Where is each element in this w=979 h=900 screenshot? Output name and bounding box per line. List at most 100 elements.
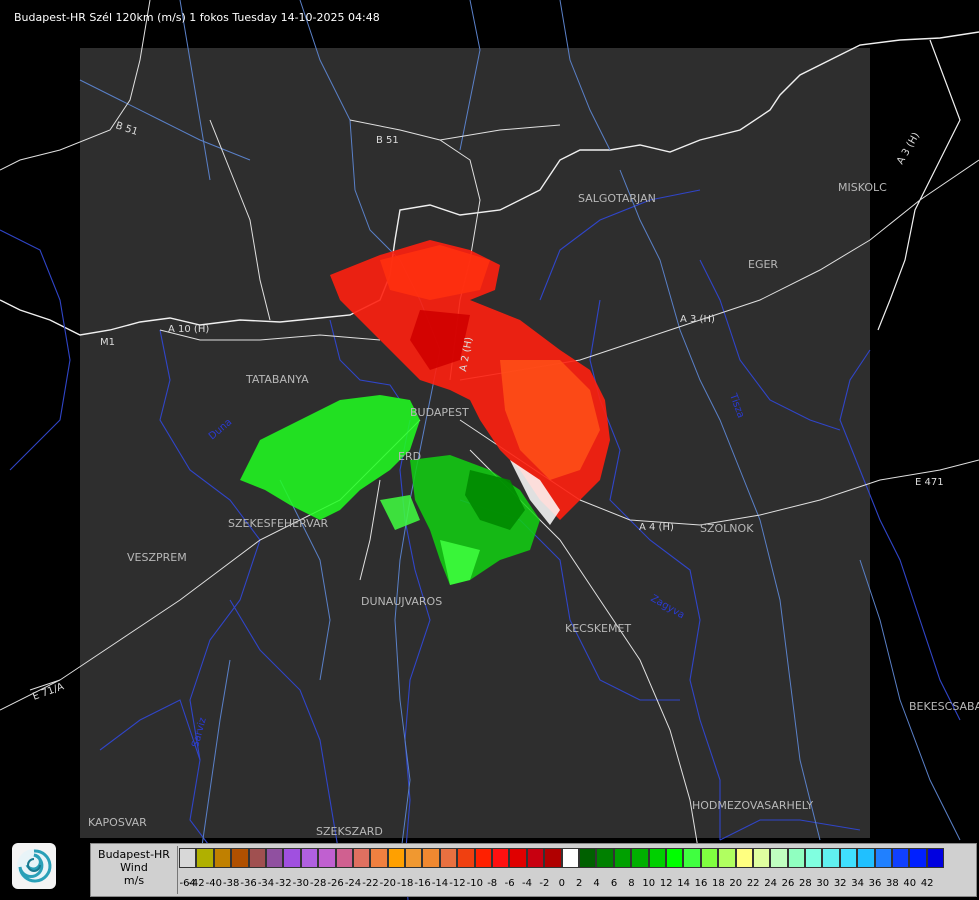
legend-swatch xyxy=(439,848,458,868)
legend-swatch xyxy=(874,848,893,868)
legend-swatch xyxy=(596,848,614,868)
legend-tick-label: -34 xyxy=(257,878,275,889)
legend-swatch xyxy=(578,848,597,868)
road-label: A 3 (H) xyxy=(680,314,715,325)
legend-tick-label: -16 xyxy=(414,878,431,889)
legend-swatch xyxy=(857,848,875,868)
legend-swatch xyxy=(509,848,527,868)
logo xyxy=(12,843,56,889)
legend-title-line: Wind xyxy=(120,861,148,874)
road-label: E 471 xyxy=(915,477,944,488)
legend-tick-label: 42 xyxy=(920,878,934,889)
legend-tick-label: -2 xyxy=(539,878,550,889)
legend-swatch xyxy=(544,848,562,868)
city-label: SZOLNOK xyxy=(700,522,754,535)
city-label: EGER xyxy=(748,258,778,271)
legend-tick-label: 24 xyxy=(764,878,777,889)
legend-tick-label: 34 xyxy=(851,878,864,889)
legend-swatch xyxy=(892,848,910,868)
road-label: M1 xyxy=(100,337,115,348)
legend-tick-label: 26 xyxy=(781,878,795,889)
legend-tick-label: -18 xyxy=(397,878,414,889)
city-label: BUDAPEST xyxy=(410,406,469,419)
legend-tick-label: 14 xyxy=(677,878,690,889)
legend-tick-label: -26 xyxy=(327,878,344,889)
city-label: DUNAUJVAROS xyxy=(361,595,442,608)
legend-swatch xyxy=(387,848,406,868)
legend-swatch xyxy=(422,848,440,868)
legend-swatch xyxy=(752,848,771,868)
city-label: BEKESCSABA xyxy=(909,700,979,713)
legend-swatch xyxy=(839,848,858,868)
city-label: KECSKEMET xyxy=(565,622,631,635)
legend-swatch xyxy=(613,848,632,868)
legend-tick-label: 12 xyxy=(659,878,673,889)
legend-swatch xyxy=(335,848,353,868)
legend-swatch xyxy=(683,848,701,868)
legend-tick-label: 40 xyxy=(903,878,917,889)
legend-swatch xyxy=(526,848,545,868)
legend-swatch xyxy=(352,848,371,868)
legend-tick-label: 16 xyxy=(694,878,708,889)
legend-swatch xyxy=(648,848,666,868)
legend-swatches xyxy=(179,848,945,868)
color-legend: Budapest-HR Wind m/s -64 -42 -40 -38 -36 -34-… xyxy=(90,843,977,897)
legend-tick-label: 0 xyxy=(558,878,565,889)
legend-swatch xyxy=(405,848,423,868)
legend-title: Budapest-HR Wind m/s xyxy=(93,848,175,887)
legend-divider xyxy=(177,846,178,894)
legend-tick-label: -20 xyxy=(379,878,396,889)
legend-tick-label: 30 xyxy=(816,878,830,889)
legend-title-line: Budapest-HR xyxy=(98,848,170,861)
legend-tick-label: 8 xyxy=(628,878,635,889)
legend-swatch xyxy=(283,848,301,868)
legend-tick-label: 10 xyxy=(642,878,656,889)
city-label: HODMEZOVASARHELY xyxy=(692,799,813,812)
legend-tick-label: -8 xyxy=(487,878,498,889)
road-label: A 3 (H) xyxy=(895,131,922,167)
city-label: KAPOSVAR xyxy=(88,816,147,829)
map-title: Budapest-HR Szél 120km (m/s) 1 fokos Tue… xyxy=(14,11,380,24)
city-label: SALGOTARJAN xyxy=(578,192,656,205)
city-label: SZEKESFEHERVAR xyxy=(228,517,329,530)
legend-tick-label: 22 xyxy=(746,878,760,889)
legend-swatch xyxy=(457,848,475,868)
legend-tick-label: 18 xyxy=(712,878,725,889)
road-label: A 4 (H) xyxy=(639,522,674,533)
legend-swatch xyxy=(926,848,945,868)
legend-tick-label: 38 xyxy=(886,878,899,889)
legend-tick-label: -14 xyxy=(431,878,449,889)
legend-tick-label: 36 xyxy=(868,878,882,889)
legend-swatch xyxy=(770,848,788,868)
legend-tick-label: -4 xyxy=(522,878,532,889)
legend-swatch xyxy=(213,848,232,868)
legend-swatch xyxy=(231,848,249,868)
legend-swatch xyxy=(300,848,319,868)
road-label: E 71/A xyxy=(31,681,65,702)
road-label: A 10 (H) xyxy=(168,324,209,335)
legend-tick-label: -38 xyxy=(223,878,240,889)
legend-tick-label: -42 xyxy=(188,878,205,889)
legend-tick-label: -32 xyxy=(275,878,292,889)
legend-tick-label: -36 xyxy=(240,878,257,889)
legend-swatch xyxy=(179,848,197,868)
city-label: SZEKSZARD xyxy=(316,825,383,838)
legend-swatch xyxy=(787,848,806,868)
legend-swatch xyxy=(318,848,336,868)
legend-tick-label: 6 xyxy=(610,878,618,889)
legend-swatch xyxy=(561,848,579,868)
legend-swatch xyxy=(474,848,493,868)
legend-swatch xyxy=(370,848,388,868)
legend-tick-label: -12 xyxy=(449,878,466,889)
radar-map: SALGOTARJAN MISKOLC EGER TATABANYA BUDAP… xyxy=(0,0,979,900)
legend-tick-label: -10 xyxy=(466,878,483,889)
legend-swatch xyxy=(631,848,649,868)
legend-tick-label: 4 xyxy=(593,878,600,889)
legend-tick-label: 20 xyxy=(729,878,743,889)
legend-tick-label: 2 xyxy=(576,878,583,889)
legend-swatch xyxy=(665,848,684,868)
country-border-east xyxy=(877,39,961,331)
legend-tick-label: -28 xyxy=(310,878,327,889)
legend-swatch xyxy=(248,848,266,868)
city-label: ERD xyxy=(398,450,421,463)
